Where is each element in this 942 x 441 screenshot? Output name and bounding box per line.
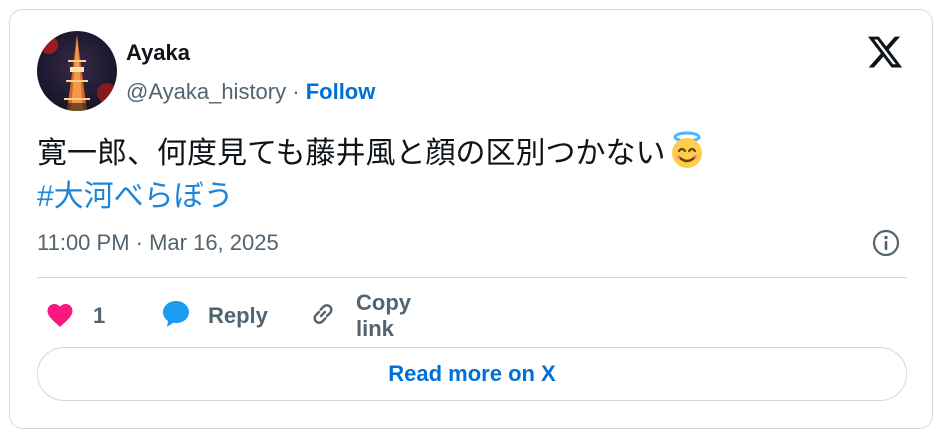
avatar[interactable] bbox=[37, 31, 117, 111]
tweet-timestamp[interactable]: 11:00 PM · Mar 16, 2025 bbox=[37, 230, 279, 256]
heart-icon bbox=[45, 300, 75, 333]
link-icon bbox=[308, 299, 338, 334]
info-icon[interactable] bbox=[872, 229, 900, 257]
tweet-body: 寛一郎、何度見ても藤井風と顔の区別つかない bbox=[37, 137, 666, 170]
copy-link-button[interactable]: Copy link bbox=[308, 290, 411, 341]
smiling-face-with-halo-icon bbox=[668, 131, 706, 181]
x-logo-icon[interactable] bbox=[866, 33, 904, 71]
divider bbox=[37, 277, 907, 278]
speech-bubble-icon bbox=[160, 298, 192, 335]
copy-link-label: Copy link bbox=[356, 290, 411, 341]
tweet-text: 寛一郎、何度見ても藤井風と顔の区別つかない bbox=[37, 131, 706, 181]
follow-button[interactable]: Follow bbox=[306, 79, 376, 104]
like-button[interactable]: 1 bbox=[45, 296, 105, 336]
author-subline: @Ayaka_history · Follow bbox=[126, 79, 375, 105]
author-handle[interactable]: @Ayaka_history bbox=[126, 79, 286, 104]
author-name[interactable]: Ayaka bbox=[126, 40, 190, 66]
separator-dot: · bbox=[292, 79, 300, 104]
read-more-button[interactable]: Read more on X bbox=[37, 347, 907, 401]
read-more-label: Read more on X bbox=[388, 361, 556, 386]
reply-button[interactable]: Reply bbox=[160, 296, 268, 336]
reply-label: Reply bbox=[208, 303, 268, 328]
like-count: 1 bbox=[93, 303, 106, 328]
hashtag-link[interactable]: #大河べらぼう bbox=[37, 176, 234, 218]
tweet-card: Ayaka @Ayaka_history · Follow 寛一郎、何度見ても藤… bbox=[9, 9, 933, 429]
